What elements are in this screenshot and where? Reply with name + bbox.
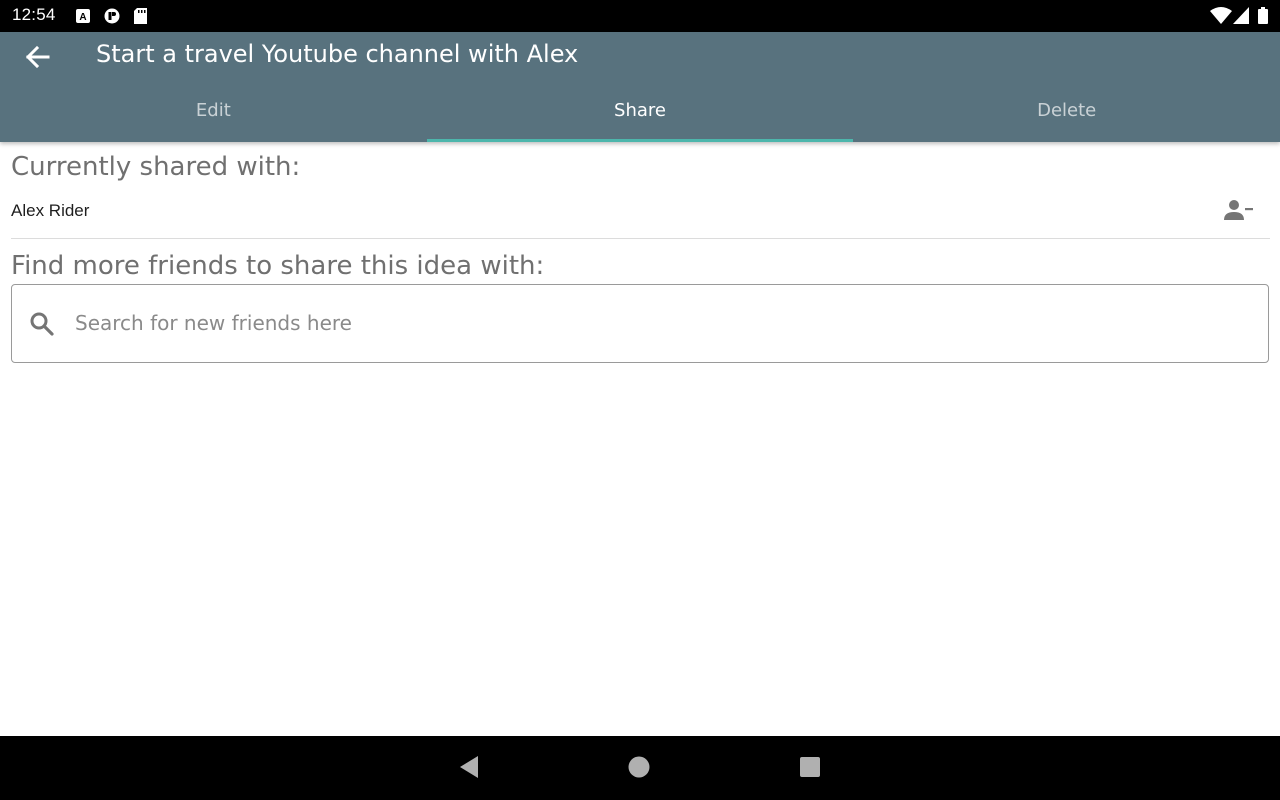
nav-recents-button[interactable] bbox=[795, 754, 825, 784]
shared-with-heading: Currently shared with: bbox=[11, 152, 301, 182]
back-icon bbox=[458, 755, 480, 783]
app-bar: Start a travel Youtube channel with Alex… bbox=[0, 32, 1280, 142]
remove-friend-button[interactable] bbox=[1222, 196, 1256, 228]
status-bar: 12:54 A bbox=[0, 0, 1280, 32]
nav-back-button[interactable] bbox=[454, 754, 484, 784]
app-notification-icon bbox=[103, 8, 121, 28]
search-field[interactable] bbox=[11, 284, 1269, 363]
svg-text:A: A bbox=[79, 12, 86, 23]
person-remove-icon bbox=[1224, 198, 1254, 226]
status-time: 12:54 bbox=[12, 5, 56, 24]
find-friends-heading: Find more friends to share this idea wit… bbox=[11, 251, 545, 281]
home-icon bbox=[627, 755, 651, 783]
search-icon bbox=[29, 311, 55, 341]
tab-bar: Edit Share Delete bbox=[0, 90, 1280, 142]
shared-friend-name: Alex Rider bbox=[11, 201, 90, 220]
tab-delete[interactable]: Delete bbox=[853, 90, 1280, 142]
back-button[interactable] bbox=[20, 44, 54, 74]
cell-signal-icon bbox=[1233, 7, 1249, 28]
page-title: Start a travel Youtube channel with Alex bbox=[96, 40, 579, 68]
tab-share[interactable]: Share bbox=[426, 90, 854, 142]
wifi-icon bbox=[1210, 7, 1232, 28]
search-input[interactable] bbox=[75, 303, 1245, 343]
shared-friend-row: Alex Rider bbox=[11, 192, 1270, 239]
battery-icon bbox=[1258, 7, 1268, 28]
recents-icon bbox=[799, 756, 821, 782]
arrow-back-icon bbox=[24, 45, 50, 73]
nav-home-button[interactable] bbox=[624, 754, 654, 784]
navigation-bar bbox=[0, 736, 1280, 800]
a-notification-icon: A bbox=[76, 8, 90, 27]
sd-card-icon bbox=[134, 8, 147, 28]
tab-edit[interactable]: Edit bbox=[0, 90, 427, 142]
